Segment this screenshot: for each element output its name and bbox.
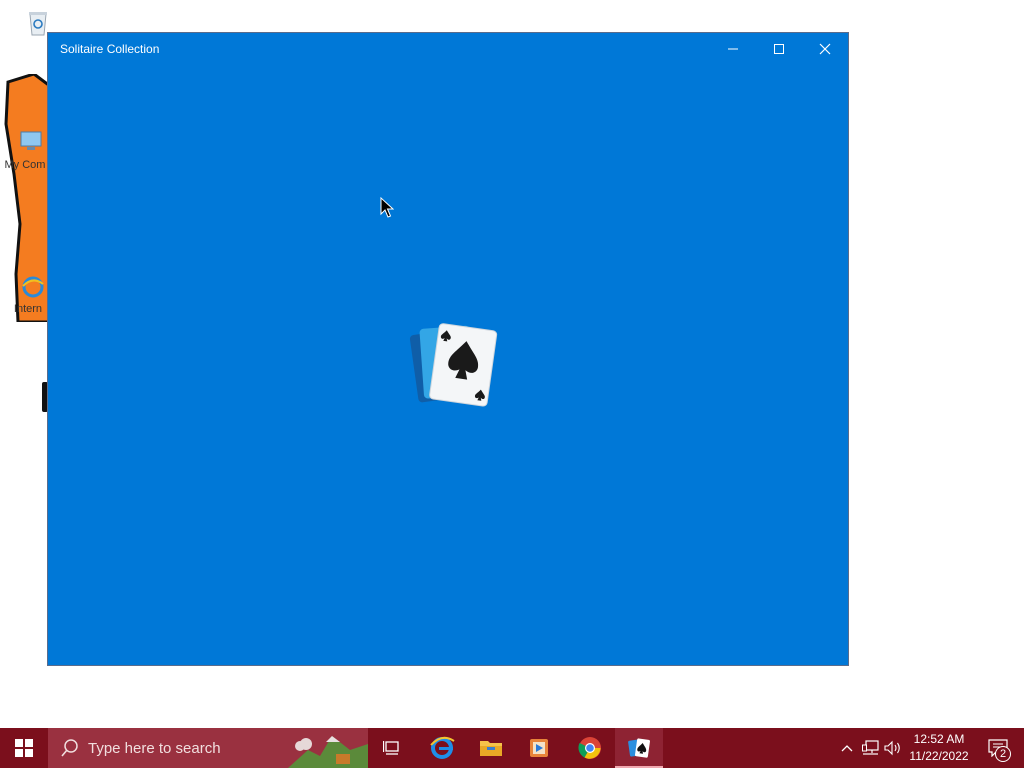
taskbar-chrome[interactable] (566, 728, 614, 768)
close-button[interactable] (802, 33, 848, 65)
clock-time: 12:52 AM (913, 732, 965, 746)
minimize-button[interactable] (710, 33, 756, 65)
start-button[interactable] (0, 728, 48, 768)
chevron-up-icon (841, 745, 853, 752)
solitaire-icon (628, 738, 650, 758)
taskbar-edge[interactable] (418, 728, 466, 768)
taskbar-clock[interactable]: 12:52 AM 11/22/2022 (904, 731, 974, 765)
solitaire-spade-card-icon (409, 323, 498, 407)
notification-count-badge: 2 (995, 746, 1011, 762)
window-title: Solitaire Collection (60, 42, 160, 56)
edge-icon (430, 736, 455, 759)
search-placeholder: Type here to search (88, 740, 221, 757)
taskbar-file-explorer[interactable] (467, 728, 515, 768)
volume-icon (884, 740, 900, 756)
task-view-icon (383, 741, 399, 755)
mouse-cursor (380, 197, 394, 218)
show-hidden-icons-button[interactable] (837, 738, 857, 758)
internet-explorer-icon (22, 276, 44, 298)
network-button[interactable] (861, 738, 881, 758)
minimize-icon (728, 48, 738, 50)
chrome-icon (578, 737, 601, 759)
search-box[interactable]: Type here to search (48, 728, 368, 768)
solitaire-window[interactable]: Solitaire Collection (47, 32, 849, 666)
volume-button[interactable] (883, 738, 903, 758)
task-view-button[interactable] (368, 728, 416, 768)
maximize-button[interactable] (756, 33, 802, 65)
taskbar-media-player[interactable] (515, 728, 563, 768)
windows-logo-icon (15, 739, 33, 757)
action-center-button[interactable]: 2 (978, 728, 1018, 768)
media-player-icon (530, 739, 548, 757)
window-titlebar[interactable]: Solitaire Collection (48, 33, 848, 65)
taskbar: Type here to search 12:52 AM 11/22/2022 … (0, 728, 1024, 768)
maximize-icon (774, 44, 784, 54)
close-icon (819, 43, 831, 55)
clock-date: 11/22/2022 (909, 749, 969, 763)
network-icon (862, 740, 879, 755)
search-highlight-art (288, 728, 368, 768)
file-explorer-icon (480, 741, 502, 756)
taskbar-solitaire[interactable] (615, 728, 663, 768)
computer-icon (20, 131, 42, 150)
search-icon (61, 739, 78, 757)
